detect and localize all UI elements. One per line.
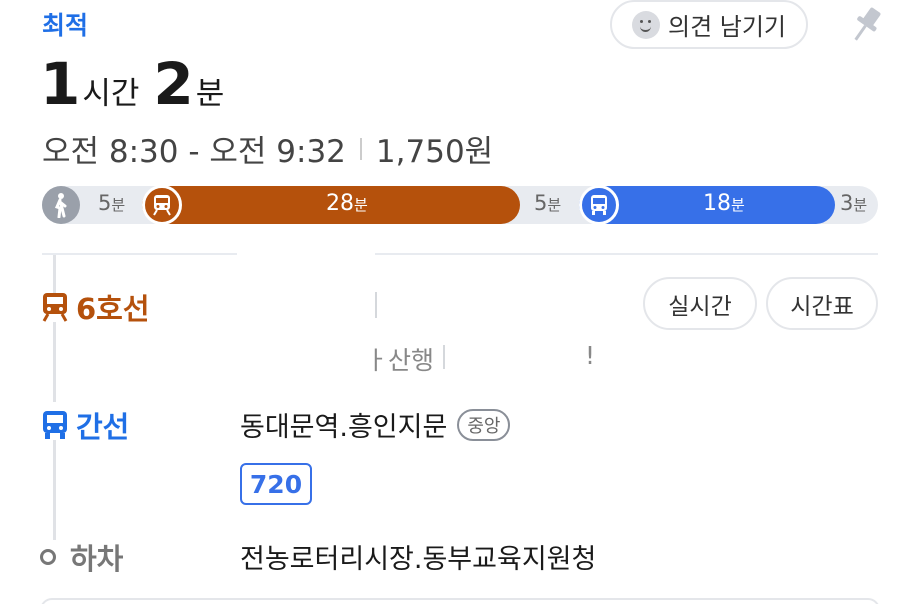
bus-time: 18분 bbox=[703, 191, 745, 216]
subway-time: 28분 bbox=[326, 191, 368, 216]
bus-type-label: 간선 bbox=[76, 410, 130, 444]
render-fragment bbox=[375, 292, 377, 318]
duration-minutes-unit: 분 bbox=[195, 76, 225, 112]
alight-dot-icon bbox=[40, 549, 56, 565]
separator bbox=[359, 137, 362, 160]
pin-icon[interactable] bbox=[846, 3, 886, 47]
subway-line-name: 6호선 bbox=[76, 292, 150, 326]
alight-label: 하차 bbox=[70, 542, 124, 576]
divider bbox=[42, 253, 237, 255]
bus-stop-name: 동대문역.흥인지문 bbox=[240, 412, 448, 443]
route-timeline: 5분 28분 5분 18분 3분 bbox=[42, 185, 878, 225]
subway-direction-fragment: ㅏ산행 bbox=[365, 346, 435, 375]
bus-segment: 18분 bbox=[579, 185, 835, 225]
feedback-button[interactable]: 의견 남기기 bbox=[610, 0, 808, 49]
stop-tag: 중앙 bbox=[457, 408, 511, 441]
walk-time-2: 5분 bbox=[534, 191, 562, 215]
subway-icon bbox=[142, 185, 182, 225]
time-row: 오전 8:30 - 오전 9:32 1,750원 bbox=[42, 126, 493, 171]
fragment-mark: ! bbox=[585, 341, 596, 370]
duration-minutes: 2 bbox=[153, 50, 193, 118]
realtime-button[interactable]: 실시간 bbox=[643, 277, 757, 330]
timetable-button[interactable]: 시간표 bbox=[766, 277, 878, 330]
bus-number-badge[interactable]: 720 bbox=[240, 463, 312, 505]
subway-segment: 28분 bbox=[142, 185, 520, 225]
subway-step-label: 6호선 bbox=[40, 286, 150, 328]
route-tag: 최적 bbox=[42, 11, 89, 40]
subway-icon bbox=[42, 293, 68, 322]
duration-hours-unit: 시간 bbox=[82, 76, 140, 112]
total-duration: 1 시간 2 분 bbox=[40, 50, 238, 118]
route-connector-line bbox=[53, 322, 56, 402]
walk-time-1: 5분 bbox=[98, 191, 126, 215]
bus-icon bbox=[43, 411, 67, 439]
divider bbox=[375, 253, 878, 255]
walk-icon bbox=[42, 186, 80, 224]
duration-hours: 1 bbox=[40, 50, 80, 118]
route-connector-line bbox=[53, 440, 56, 540]
bus-boarding-stop[interactable]: 동대문역.흥인지문 중앙 bbox=[240, 405, 511, 444]
feedback-label: 의견 남기기 bbox=[667, 13, 787, 41]
fare: 1,750원 bbox=[375, 134, 494, 170]
bus-icon bbox=[579, 185, 619, 225]
smile-icon bbox=[631, 10, 660, 39]
time-range: 오전 8:30 - 오전 9:32 bbox=[42, 134, 346, 170]
next-card-edge bbox=[40, 598, 880, 604]
render-fragment bbox=[443, 345, 445, 369]
alight-stop-name[interactable]: 전농로터리시장.동부교육지원청 bbox=[240, 537, 596, 576]
walk-time-3: 3분 bbox=[840, 191, 868, 215]
alight-step-label: 하차 bbox=[40, 536, 123, 578]
bus-step-label: 간선 bbox=[40, 404, 129, 446]
